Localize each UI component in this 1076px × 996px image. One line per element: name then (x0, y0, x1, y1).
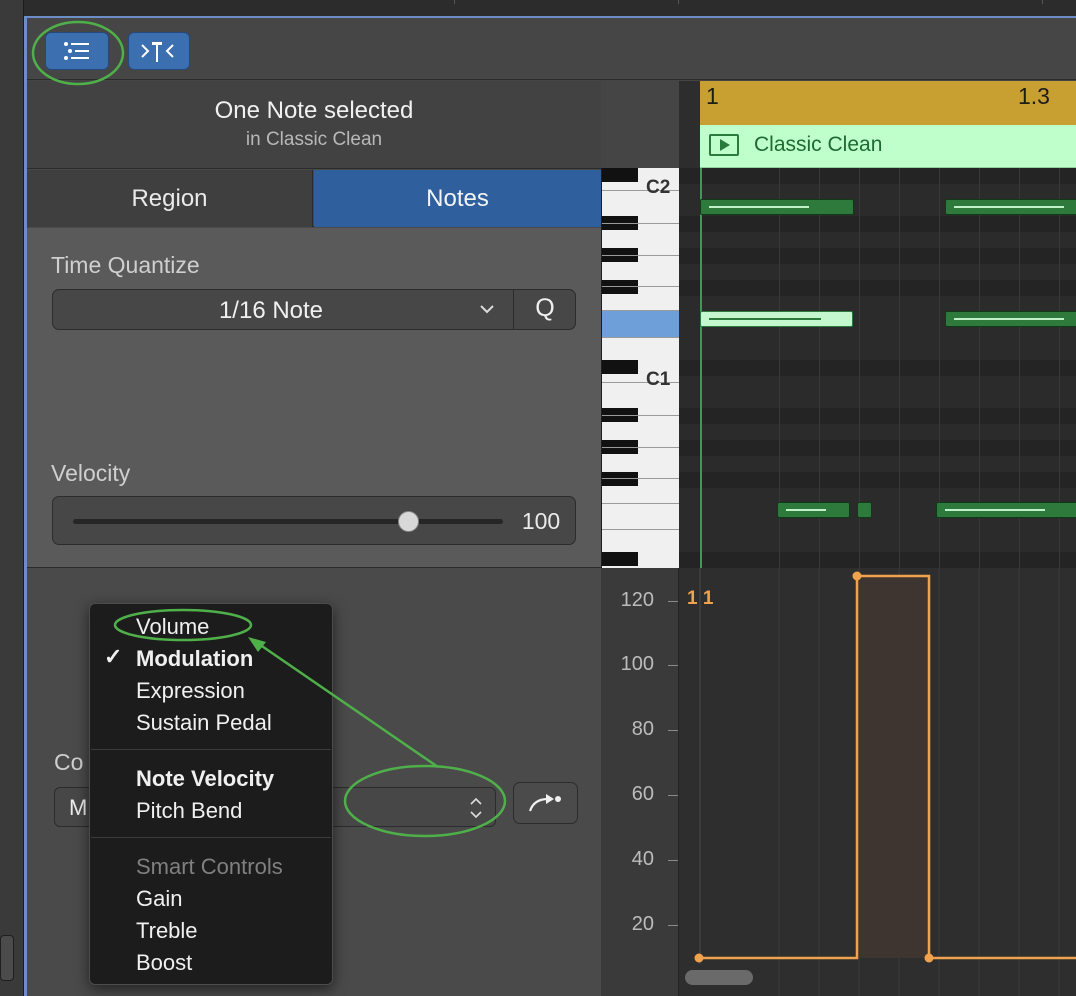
controller-popup-menu: ✓ Volume Modulation Expression Sustain P… (89, 603, 333, 985)
region-header[interactable]: Classic Clean (700, 125, 1076, 168)
region-play-icon (709, 134, 739, 156)
menu-item-expression[interactable]: Expression (136, 678, 245, 704)
menu-item-modulation[interactable]: Modulation (136, 646, 253, 672)
horizontal-scrollbar[interactable] (685, 970, 753, 985)
y-label: 20 (631, 913, 654, 935)
menu-item-sustain-pedal[interactable]: Sustain Pedal (136, 710, 272, 736)
y-label: 40 (631, 848, 654, 870)
y-label: 120 (620, 589, 654, 611)
left-panel-handle[interactable] (0, 935, 14, 981)
bar-ruler[interactable]: 1 1.3 (700, 81, 1076, 125)
time-quantize-control: 1/16 Note Q (52, 289, 576, 330)
midi-note-selected[interactable] (700, 311, 853, 327)
controller-action-button[interactable] (513, 782, 578, 824)
y-label: 100 (620, 653, 654, 675)
checkmark-icon: ✓ (104, 644, 123, 669)
velocity-value[interactable]: 100 (509, 508, 573, 535)
arrow-forward-icon (528, 794, 561, 812)
menu-item-pitch-bend[interactable]: Pitch Bend (136, 798, 242, 824)
midi-note[interactable] (945, 199, 1076, 215)
time-quantize-label: Time Quantize (51, 252, 200, 278)
selection-header: One Note selected in Classic Clean (27, 81, 601, 169)
velocity-slider[interactable] (73, 519, 503, 524)
midi-note[interactable] (700, 199, 854, 215)
editor-toolbar (27, 18, 1076, 80)
menu-heading-smart-controls: Smart Controls (136, 854, 283, 879)
tab-notes[interactable]: Notes (314, 170, 601, 227)
y-label: 80 (631, 718, 654, 740)
chevron-down-icon[interactable] (479, 297, 495, 326)
key-label-c1: C1 (646, 369, 671, 390)
midi-note[interactable] (936, 502, 1076, 518)
notes-inspector: Time Quantize 1/16 Note Q Velocity 100 (27, 228, 601, 568)
note-grid[interactable] (679, 168, 1076, 568)
catch-playhead-button[interactable] (128, 32, 190, 70)
velocity-label: Velocity (51, 460, 131, 486)
menu-item-note-velocity[interactable]: Note Velocity (136, 766, 274, 792)
midi-note[interactable] (857, 502, 872, 518)
selected-key (602, 310, 679, 337)
piano-keyboard[interactable]: C2 C1 (601, 168, 679, 568)
inspector-toggle-button[interactable] (45, 32, 109, 70)
selection-title: One Note selected (214, 97, 414, 124)
left-panel-edge (0, 0, 24, 996)
bar-number: 1 (706, 83, 719, 109)
beat-marker: 1.3 (1018, 83, 1050, 109)
automation-curve[interactable] (679, 568, 1076, 996)
ruler-spacer (679, 81, 700, 168)
inspector-tabs: Region Notes (27, 170, 601, 227)
region-name: Classic Clean (754, 133, 883, 156)
quantize-button[interactable]: Q (514, 294, 576, 323)
top-panel-edge (24, 0, 1076, 18)
tab-region[interactable]: Region (27, 170, 313, 227)
velocity-control: 100 (52, 496, 576, 545)
up-down-arrows-icon (468, 793, 484, 825)
controller-select-value: M (69, 795, 88, 820)
automation-lane[interactable]: 1 1 (679, 568, 1076, 996)
menu-item-treble[interactable]: Treble (136, 918, 198, 944)
midi-note[interactable] (945, 311, 1076, 327)
controller-label: Co (54, 749, 84, 775)
automation-value-ruler: 120 100 80 60 40 20 (601, 568, 679, 996)
time-quantize-select[interactable]: 1/16 Note (53, 297, 489, 325)
menu-item-gain[interactable]: Gain (136, 886, 182, 912)
midi-note[interactable] (777, 502, 850, 518)
selection-subtitle: in Classic Clean (245, 129, 383, 150)
y-label: 60 (631, 783, 654, 805)
menu-item-boost[interactable]: Boost (136, 950, 192, 976)
velocity-slider-knob[interactable] (397, 511, 419, 532)
automation-position-label: 1 1 (687, 588, 714, 609)
menu-item-volume[interactable]: Volume (136, 614, 209, 640)
inspector-list-icon (64, 42, 89, 60)
catch-playhead-icon (141, 42, 174, 62)
key-label-c2: C2 (646, 177, 671, 198)
